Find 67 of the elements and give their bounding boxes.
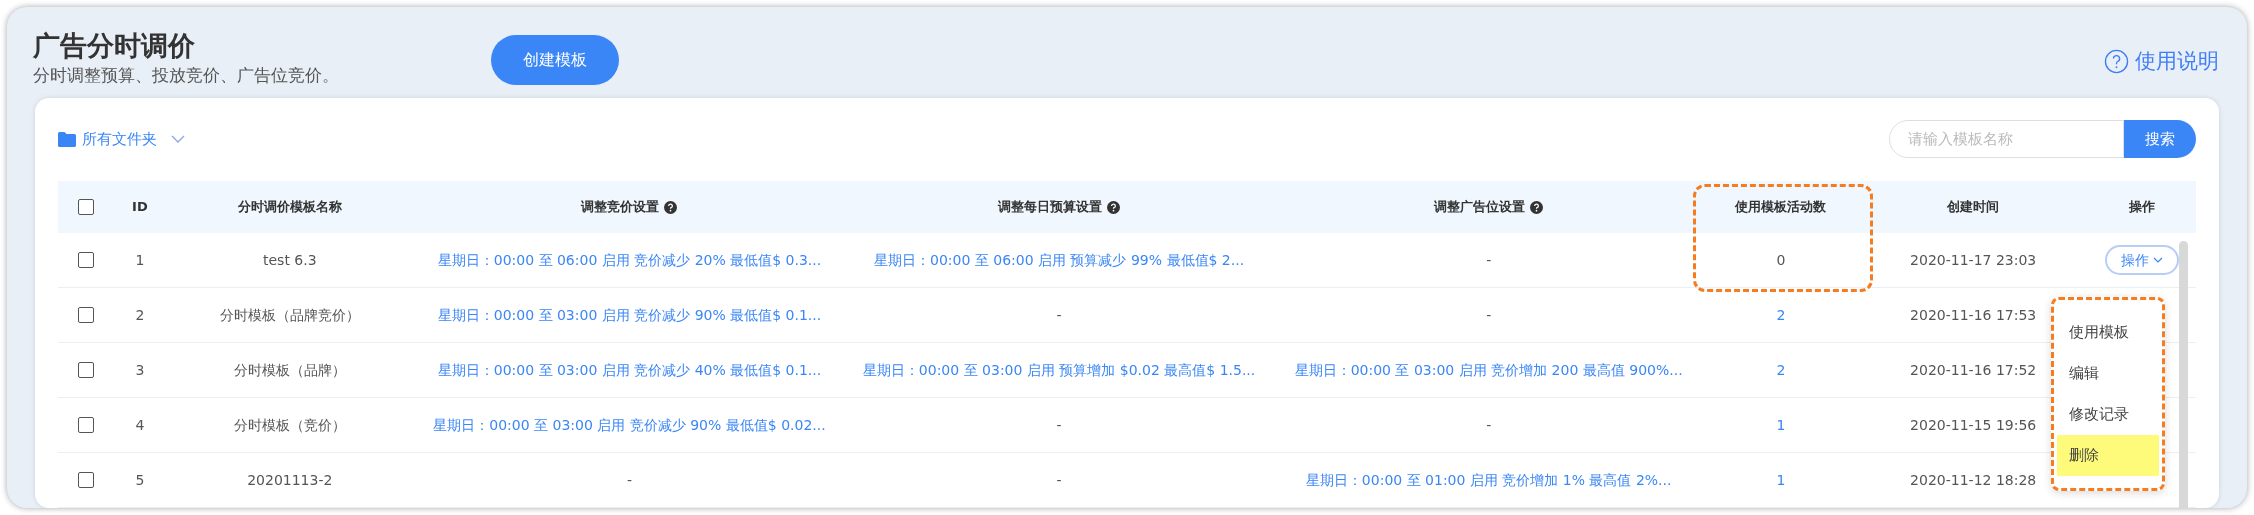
column-header: 调整广告位设置 [1434, 198, 1526, 217]
setting-link[interactable]: 2 [1776, 359, 1786, 381]
checkbox[interactable] [78, 362, 95, 378]
setting-link[interactable]: 星期日：00:00 至 03:00 启用 竞价减少 40% 最低值$ 0.1... [437, 359, 822, 381]
table-cell-text: - [1056, 415, 1062, 435]
table-cell-text: - [1486, 415, 1492, 435]
table-cell-text: 20201113-2 [247, 470, 333, 490]
table-cell-text: - [626, 470, 632, 490]
column-header: 操作 [2129, 198, 2156, 217]
column-header: 使用模板活动数 [1735, 198, 1827, 217]
table-cell-text: 0 [1776, 250, 1786, 270]
column-header: 创建时间 [1947, 198, 2000, 217]
checkbox[interactable] [78, 472, 95, 488]
table-cell-text: - [1056, 470, 1062, 490]
table-cell-text: 4 [135, 415, 145, 435]
setting-link[interactable]: 星期日：00:00 至 06:00 启用 预算减少 99% 最低值$ 2... [874, 249, 1245, 271]
question-icon [664, 200, 678, 214]
setting-link[interactable]: 1 [1776, 469, 1786, 491]
column-header: 调整竞价设置 [581, 198, 660, 217]
help-link[interactable]: 使用说明 [2104, 46, 2219, 78]
table-cell-text: 2020-11-16 17:52 [1910, 360, 2037, 380]
table-cell-text: - [1056, 305, 1062, 325]
setting-link[interactable]: 星期日：00:00 至 03:00 启用 竞价减少 90% 最低值$ 0.02... [433, 414, 826, 436]
question-icon [1107, 200, 1121, 214]
search-field[interactable]: 请输入模板名称 [1889, 120, 2124, 158]
table-cell-text: 2 [135, 305, 145, 325]
table-cell-text: 2020-11-12 18:28 [1910, 470, 2037, 490]
table-cell-text: 2020-11-16 17:53 [1910, 305, 2037, 325]
table-cell-text: 1 [135, 250, 145, 270]
checkbox[interactable] [78, 252, 95, 268]
menu-item[interactable]: 修改记录 [2057, 394, 2159, 435]
setting-link[interactable]: 2 [1776, 304, 1786, 326]
page-title: 广告分时调价 [33, 29, 196, 63]
chevron-down-icon [171, 135, 185, 143]
checkbox[interactable] [78, 199, 95, 215]
folder-dropdown[interactable]: 所有文件夹 [58, 127, 185, 151]
checkbox[interactable] [78, 307, 95, 323]
folder-icon [58, 131, 76, 147]
column-header: 分时调价模板名称 [237, 198, 342, 217]
setting-link[interactable]: 星期日：00:00 至 03:00 启用 竞价减少 90% 最低值$ 0.1... [437, 304, 822, 326]
table-cell-text: test 6.3 [263, 250, 317, 270]
table-cell-text: 分时模板（品牌竞价） [219, 305, 360, 325]
setting-link[interactable]: 星期日：00:00 至 03:00 启用 预算增加 $0.02 最高值$ 1.5... [862, 359, 1256, 381]
table-cell-text: 2020-11-15 19:56 [1910, 415, 2037, 435]
column-header: 调整每日预算设置 [998, 198, 1103, 217]
column-header: ID [132, 198, 148, 217]
menu-item[interactable]: 删除 [2057, 435, 2159, 476]
question-icon [1530, 200, 1544, 214]
table-cell-text: - [1486, 250, 1492, 270]
setting-link[interactable]: 1 [1776, 414, 1786, 436]
setting-link[interactable]: 星期日：00:00 至 03:00 启用 竞价增加 200 最高值 900%... [1294, 359, 1683, 381]
create-template-button[interactable]: 创建模板 [491, 35, 619, 85]
table-cell-text: 3 [135, 360, 145, 380]
help-icon [2104, 49, 2129, 75]
menu-item[interactable]: 编辑 [2057, 353, 2159, 394]
table-cell-text: 2020-11-17 23:03 [1910, 250, 2037, 270]
table-cell-text: 5 [135, 470, 145, 490]
table-cell-text: - [1486, 305, 1492, 325]
search-button[interactable]: 搜索 [2124, 120, 2196, 158]
page-subtitle: 分时调整预算、投放竞价、广告位竞价。 [33, 64, 339, 87]
setting-link[interactable]: 星期日：00:00 至 06:00 启用 竞价减少 20% 最低值$ 0.3... [437, 249, 822, 271]
table-cell-text: 分时模板（竞价） [233, 415, 346, 435]
checkbox[interactable] [78, 417, 95, 433]
chevron-down-icon [2153, 257, 2164, 263]
setting-link[interactable]: 星期日：00:00 至 01:00 启用 竞价增加 1% 最高值 2%... [1305, 469, 1672, 491]
menu-item[interactable]: 使用模板 [2057, 312, 2159, 353]
table-cell-text: 分时模板（品牌） [233, 360, 346, 380]
